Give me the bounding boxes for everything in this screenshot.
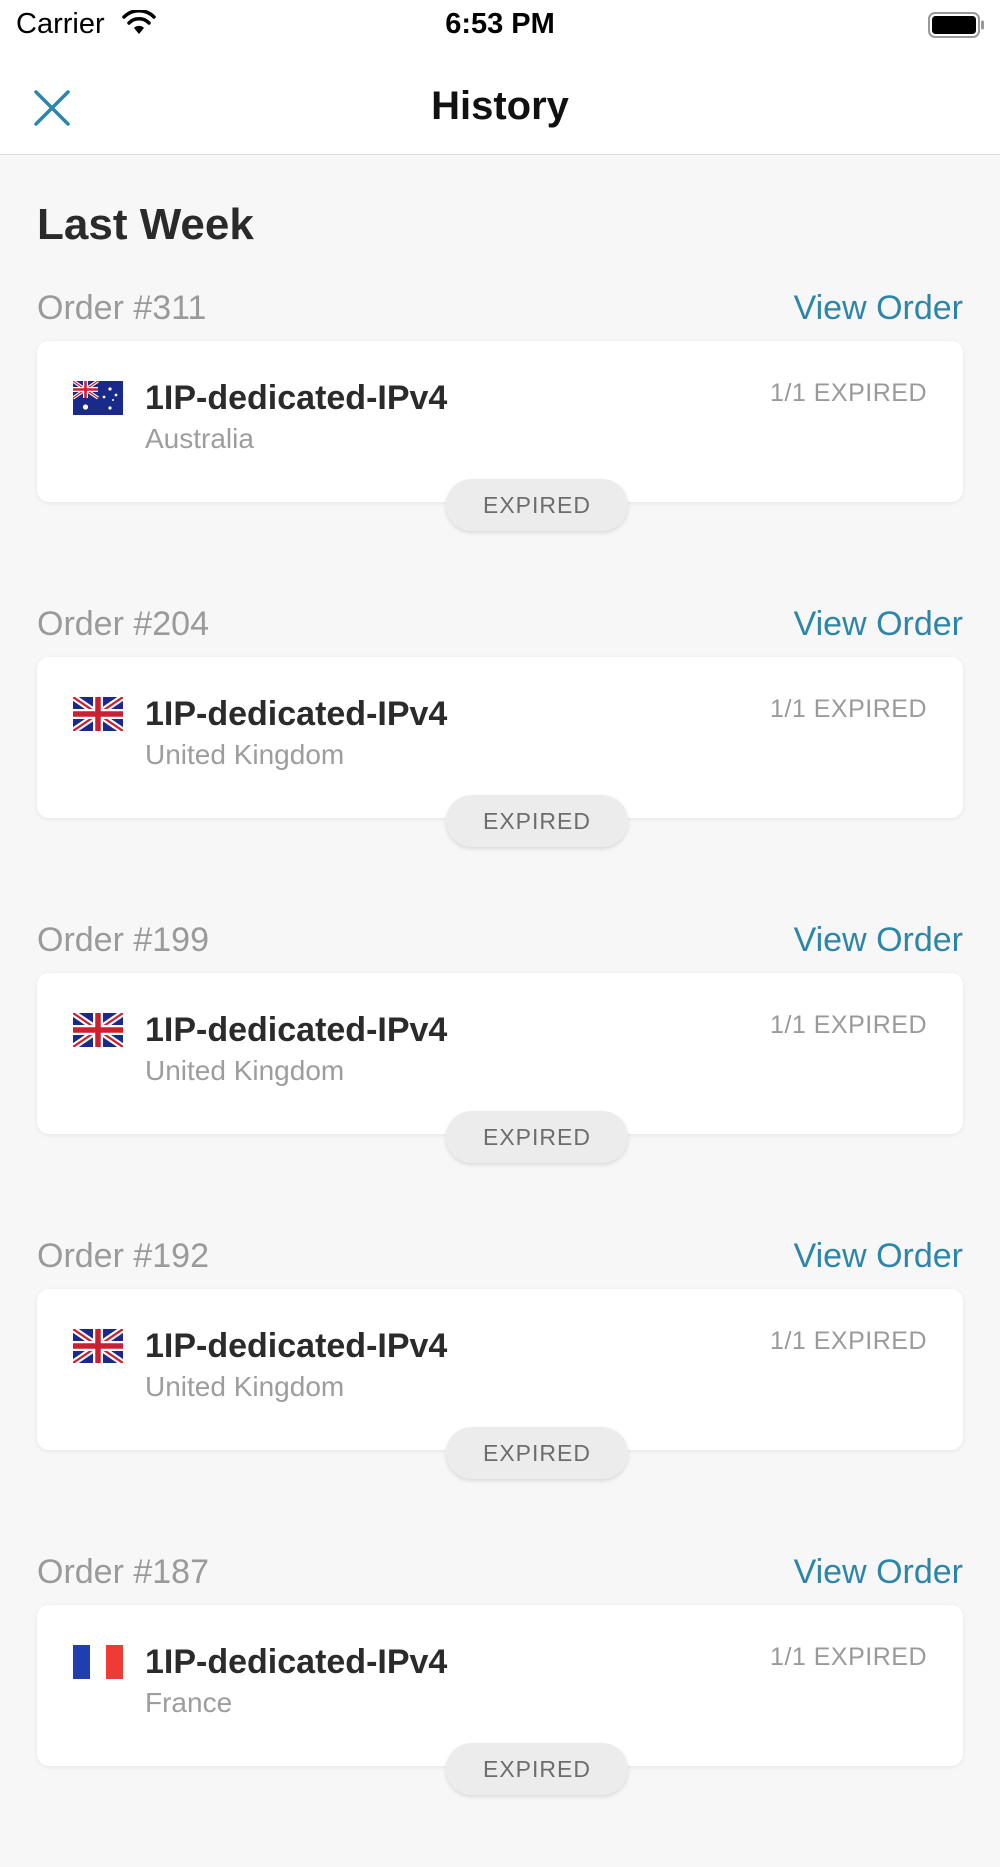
product-name: 1IP-dedicated-IPv4 xyxy=(145,379,448,417)
section-title: Last Week xyxy=(37,200,254,249)
country-name: Australia xyxy=(145,423,254,454)
order-block: Order #311 View Order 1IP-dedicated-IPv4… xyxy=(0,287,1000,603)
order-header: Order #187 View Order xyxy=(37,1551,963,1595)
order-block: Order #187 View Order 1IP-dedicated-IPv4… xyxy=(0,1551,1000,1867)
australia-flag-icon xyxy=(73,381,123,415)
status-badge: EXPIRED xyxy=(446,1427,628,1479)
order-number: Order #192 xyxy=(37,1237,209,1275)
order-number: Order #187 xyxy=(37,1553,209,1591)
order-header: Order #199 View Order xyxy=(37,919,963,963)
view-order-link[interactable]: View Order xyxy=(794,289,963,328)
uk-flag-icon xyxy=(73,1329,123,1363)
order-card[interactable]: 1IP-dedicated-IPv4 United Kingdom 1/1 EX… xyxy=(37,1289,963,1479)
uk-flag-icon xyxy=(73,1013,123,1047)
product-name: 1IP-dedicated-IPv4 xyxy=(145,1327,448,1365)
count-status: 1/1 EXPIRED xyxy=(770,1643,927,1671)
status-badge: EXPIRED xyxy=(446,1743,628,1795)
order-card[interactable]: 1IP-dedicated-IPv4 United Kingdom 1/1 EX… xyxy=(37,973,963,1163)
view-order-link[interactable]: View Order xyxy=(794,1553,963,1592)
count-status: 1/1 EXPIRED xyxy=(770,1011,927,1039)
order-card[interactable]: 1IP-dedicated-IPv4 Australia 1/1 EXPIRED… xyxy=(37,341,963,531)
order-card[interactable]: 1IP-dedicated-IPv4 France 1/1 EXPIRED EX… xyxy=(37,1605,963,1795)
country-name: United Kingdom xyxy=(145,1055,345,1086)
order-number: Order #199 xyxy=(37,921,209,959)
status-time: 6:53 PM xyxy=(445,8,555,40)
battery-icon xyxy=(928,12,986,43)
country-name: United Kingdom xyxy=(145,1371,345,1402)
status-bar: Carrier 6:53 PM xyxy=(0,0,1000,52)
order-card[interactable]: 1IP-dedicated-IPv4 United Kingdom 1/1 EX… xyxy=(37,657,963,847)
count-status: 1/1 EXPIRED xyxy=(770,379,927,407)
product-name: 1IP-dedicated-IPv4 xyxy=(145,695,448,733)
navigation-bar: History xyxy=(0,52,1000,155)
order-header: Order #204 View Order xyxy=(37,603,963,647)
order-block: Order #199 View Order 1IP-dedicated-IPv4… xyxy=(0,919,1000,1235)
order-block: Order #204 View Order 1IP-dedicated-IPv4… xyxy=(0,603,1000,919)
count-status: 1/1 EXPIRED xyxy=(770,1327,927,1355)
country-name: United Kingdom xyxy=(145,739,345,770)
country-name: France xyxy=(145,1687,233,1718)
status-badge: EXPIRED xyxy=(446,1111,628,1163)
order-header: Order #192 View Order xyxy=(37,1235,963,1279)
status-badge: EXPIRED xyxy=(446,795,628,847)
view-order-link[interactable]: View Order xyxy=(794,921,963,960)
france-flag-icon xyxy=(73,1645,123,1679)
product-name: 1IP-dedicated-IPv4 xyxy=(145,1011,448,1049)
order-block: Order #192 View Order 1IP-dedicated-IPv4… xyxy=(0,1235,1000,1551)
view-order-link[interactable]: View Order xyxy=(794,605,963,644)
order-header: Order #311 View Order xyxy=(37,287,963,331)
count-status: 1/1 EXPIRED xyxy=(770,695,927,723)
uk-flag-icon xyxy=(73,697,123,731)
page-title: History xyxy=(431,84,569,128)
order-number: Order #204 xyxy=(37,605,209,643)
view-order-link[interactable]: View Order xyxy=(794,1237,963,1276)
product-name: 1IP-dedicated-IPv4 xyxy=(145,1643,448,1681)
order-number: Order #311 xyxy=(37,289,207,327)
status-badge: EXPIRED xyxy=(446,479,628,531)
